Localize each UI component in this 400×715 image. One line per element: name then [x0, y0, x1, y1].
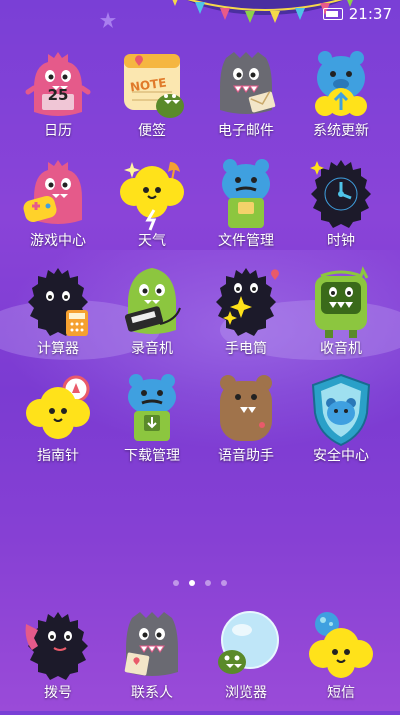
app-label: 电子邮件: [218, 123, 274, 139]
yellow-cloud-compass-icon: [26, 375, 90, 439]
app-label: 系统更新: [313, 123, 369, 139]
app-system-update[interactable]: 系统更新: [295, 48, 387, 153]
page-dot-active[interactable]: [189, 580, 195, 586]
status-time: 21:37: [348, 5, 392, 23]
dock-label: 拨号: [44, 685, 72, 701]
app-label: 日历: [44, 123, 72, 139]
page-indicator: [0, 580, 400, 586]
app-label: 下载管理: [124, 448, 180, 464]
app-label: 指南针: [37, 448, 79, 464]
black-fuzzy-phone-icon: [25, 612, 88, 680]
brown-bear-assistant-icon: [220, 375, 272, 441]
black-fuzzy-clock-icon: [310, 160, 371, 228]
yellow-cloud-weather-icon: [120, 162, 184, 231]
app-label: 游戏中心: [30, 233, 86, 249]
app-label: 收音机: [320, 341, 362, 357]
blue-bear-download-icon: [128, 374, 176, 441]
dock-contacts[interactable]: 联系人: [106, 610, 198, 715]
app-file-manager[interactable]: 文件管理: [200, 158, 292, 263]
page-dot[interactable]: [205, 580, 211, 586]
app-label: 手电筒: [225, 341, 267, 357]
app-label: 安全中心: [313, 448, 369, 464]
gray-monster-contacts-icon: [124, 612, 178, 676]
globe-monster-browser-icon: [218, 611, 279, 674]
blue-bear-update-icon: [315, 51, 367, 116]
app-flashlight[interactable]: 手电筒: [200, 266, 292, 371]
app-weather[interactable]: 天气: [106, 158, 198, 263]
green-radio-monster-icon: [315, 266, 369, 338]
blue-bear-files-icon: [222, 159, 270, 228]
dock-messages[interactable]: 短信: [295, 610, 387, 715]
app-email[interactable]: 电子邮件: [200, 48, 292, 153]
calendar-date-badge: 25: [47, 86, 69, 104]
page-dot[interactable]: [221, 580, 227, 586]
dock-label: 联系人: [131, 685, 173, 701]
black-fuzzy-calculator-icon: [28, 268, 88, 336]
app-label: 天气: [138, 233, 166, 249]
app-label: 录音机: [131, 341, 173, 357]
app-label: 时钟: [327, 233, 355, 249]
app-label: 文件管理: [218, 233, 274, 249]
app-recorder[interactable]: 录音机: [106, 266, 198, 371]
app-label: 计算器: [37, 341, 79, 357]
dock-label: 浏览器: [225, 685, 267, 701]
dock-phone[interactable]: 拨号: [12, 610, 104, 715]
shield-bear-security-icon: [311, 373, 371, 447]
app-radio[interactable]: 收音机: [295, 266, 387, 371]
app-game-center[interactable]: 游戏中心: [12, 158, 104, 263]
pink-monster-gamepad-icon: [23, 160, 82, 224]
dock-browser[interactable]: 浏览器: [200, 610, 292, 715]
app-label: 便签: [138, 123, 166, 139]
app-voice-assistant[interactable]: 语音助手: [200, 373, 292, 478]
app-label: 语音助手: [218, 448, 274, 464]
app-calculator[interactable]: 计算器: [12, 266, 104, 371]
battery-icon: [322, 8, 343, 20]
app-download-manager[interactable]: 下载管理: [106, 373, 198, 478]
app-notes[interactable]: NOTE 便签: [106, 48, 198, 153]
page-dot[interactable]: [173, 580, 179, 586]
black-fuzzy-flashlight-icon: [216, 268, 279, 336]
star-icon: [100, 12, 116, 28]
app-calendar[interactable]: 25 日历: [12, 48, 104, 153]
dock-label: 短信: [327, 685, 355, 701]
green-monster-recorder-icon: [124, 268, 181, 334]
app-compass[interactable]: 指南针: [12, 373, 104, 478]
app-clock[interactable]: 时钟: [295, 158, 387, 263]
app-security-center[interactable]: 安全中心: [295, 373, 387, 478]
status-bar: 21:37: [322, 4, 392, 24]
yellow-cloud-messages-icon: [309, 612, 373, 678]
gray-monster-mail-icon: [220, 52, 276, 114]
